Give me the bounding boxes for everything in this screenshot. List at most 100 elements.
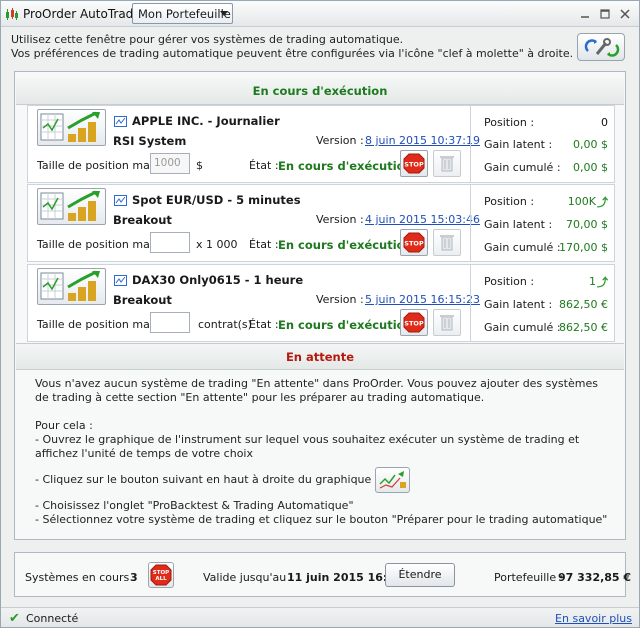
waiting-paragraph: Pour cela : <box>35 419 93 432</box>
state-label: État : <box>249 159 279 172</box>
auto-trading-icon <box>114 195 127 206</box>
size-max-input[interactable] <box>150 312 190 333</box>
stop-button[interactable]: STOP <box>400 150 428 177</box>
stop-button[interactable]: STOP <box>400 229 428 256</box>
backtest-button[interactable] <box>375 467 411 493</box>
system-name: APPLE INC. - Journalier <box>132 114 280 128</box>
version-link[interactable]: 8 juin 2015 10:37:19 <box>365 134 480 147</box>
learn-more-link[interactable]: En savoir plus <box>555 612 632 625</box>
stop-sign-icon: STOP <box>403 232 425 253</box>
title-bar: ProOrder AutoTrading Mon Portefeuille <box>1 1 639 27</box>
trash-icon <box>440 315 454 331</box>
stop-sign-icon: STOP <box>403 153 425 174</box>
system-chart-button[interactable] <box>37 188 106 225</box>
gain-latent-row: Gain latent : 862,50 € <box>484 298 608 312</box>
auto-trading-icon <box>114 116 127 127</box>
separator <box>470 106 471 182</box>
arrow-up-icon: ⤴ <box>597 196 608 209</box>
connection-status: Connecté <box>26 612 79 625</box>
state-value: En cours d'exécution <box>278 318 413 332</box>
chevron-down-icon <box>220 11 228 16</box>
system-row: APPLE INC. - Journalier RSI System Versi… <box>27 105 615 183</box>
size-max-input[interactable] <box>150 232 190 253</box>
stop-all-icon: STOPALL <box>150 564 172 586</box>
waiting-step-row: - Cliquez sur le bouton suivant en haut … <box>35 467 615 493</box>
stop-all-button[interactable]: STOP ALL <box>148 562 174 588</box>
version-label: Version : <box>316 134 364 147</box>
minimize-icon[interactable] <box>579 8 591 20</box>
version-label: Version : <box>316 293 364 306</box>
wrench-icon <box>584 38 620 57</box>
system-chart-button[interactable] <box>37 109 106 146</box>
gain-latent-label: Gain latent : <box>484 218 553 231</box>
portfolio-select[interactable]: Mon Portefeuille <box>132 3 233 24</box>
portfolio-select-value: Mon Portefeuille <box>138 7 231 21</box>
delete-button <box>433 150 461 177</box>
extend-button[interactable]: Étendre <box>385 563 455 587</box>
systems-count-value: 3 <box>130 571 138 584</box>
system-row: Spot EUR/USD - 5 minutes Breakout Versio… <box>27 184 615 262</box>
close-icon[interactable] <box>619 8 631 20</box>
position-row: Position : 1 ⤴ <box>484 275 608 289</box>
delete-button <box>433 309 461 336</box>
check-icon: ✔ <box>9 611 20 626</box>
gain-cumule-row: Gain cumulé :170,00 $ <box>484 241 608 255</box>
system-chart-button[interactable] <box>37 268 106 305</box>
intro-line-1: Utilisez cette fenêtre pour gérer vos sy… <box>11 33 404 46</box>
state-label: État : <box>249 318 279 331</box>
state-value: En cours d'exécution <box>278 159 413 173</box>
position-value: 100K <box>567 195 596 208</box>
position-value: 0 <box>601 116 608 129</box>
gain-latent-row: Gain latent : 0,00 $ <box>484 138 608 152</box>
version-label: Version : <box>316 213 364 226</box>
position-label: Position : <box>484 275 535 288</box>
separator <box>470 265 471 341</box>
state-value: En cours d'exécution <box>278 238 413 252</box>
svg-text:STOP: STOP <box>404 320 424 328</box>
auto-trading-icon <box>114 275 127 286</box>
waiting-section-header: En attente <box>16 343 624 370</box>
trash-icon <box>440 235 454 251</box>
size-max-input: 1000 <box>150 153 190 174</box>
settings-button[interactable] <box>577 33 625 61</box>
system-name: Spot EUR/USD - 5 minutes <box>132 193 301 207</box>
gain-cumule-value: 170,00 $ <box>559 241 608 254</box>
gain-latent-row: Gain latent : 70,00 $ <box>484 218 608 232</box>
system-row: DAX30 Only0615 - 1 heure Breakout Versio… <box>27 264 615 342</box>
version-link[interactable]: 4 juin 2015 15:03:46 <box>365 213 480 226</box>
backtest-chart-icon <box>379 471 407 489</box>
running-section-header: En cours d'exécution <box>16 78 624 105</box>
waiting-step: - Choisissez l'onglet "ProBacktest & Tra… <box>35 499 354 512</box>
gain-latent-value: 862,50 € <box>559 298 608 311</box>
stop-sign-icon: STOP <box>403 312 425 333</box>
gain-cumule-row: Gain cumulé : 0,00 $ <box>484 161 608 175</box>
stop-all-text-2: ALL <box>155 576 167 582</box>
position-value: 1 <box>589 275 596 288</box>
svg-text:STOP: STOP <box>404 240 424 248</box>
app-candlestick-icon <box>6 8 18 20</box>
portfolio-value: 97 332,85 € <box>558 571 632 584</box>
size-max-label: Taille de position max : <box>37 159 164 172</box>
intro-text: Utilisez cette fenêtre pour gérer vos sy… <box>11 33 573 61</box>
system-name: DAX30 Only0615 - 1 heure <box>132 273 304 287</box>
backtest-chart-icon <box>40 190 100 221</box>
gain-latent-value: 70,00 $ <box>566 218 608 231</box>
position-row: Position : 100K ⤴ <box>484 195 608 209</box>
gain-latent-label: Gain latent : <box>484 298 553 311</box>
trash-icon <box>440 156 454 172</box>
system-strategy: Breakout <box>113 293 172 307</box>
stop-button[interactable]: STOP <box>400 309 428 336</box>
position-label: Position : <box>484 195 535 208</box>
systems-count-label: Systèmes en cours : <box>25 571 137 584</box>
state-label: État : <box>249 238 279 251</box>
portfolio-label: Portefeuille : <box>494 571 564 584</box>
gain-latent-label: Gain latent : <box>484 138 553 151</box>
separator <box>470 185 471 261</box>
gain-cumule-row: Gain cumulé :862,50 € <box>484 321 608 335</box>
size-max-label: Taille de position max : <box>37 318 164 331</box>
version-link[interactable]: 5 juin 2015 16:15:23 <box>365 293 480 306</box>
gain-cumule-label: Gain cumulé : <box>484 241 561 254</box>
waiting-step: - Ouvrez le graphique de l'instrument su… <box>35 433 580 460</box>
maximize-icon[interactable] <box>599 8 611 20</box>
gain-cumule-label: Gain cumulé : <box>484 321 561 334</box>
